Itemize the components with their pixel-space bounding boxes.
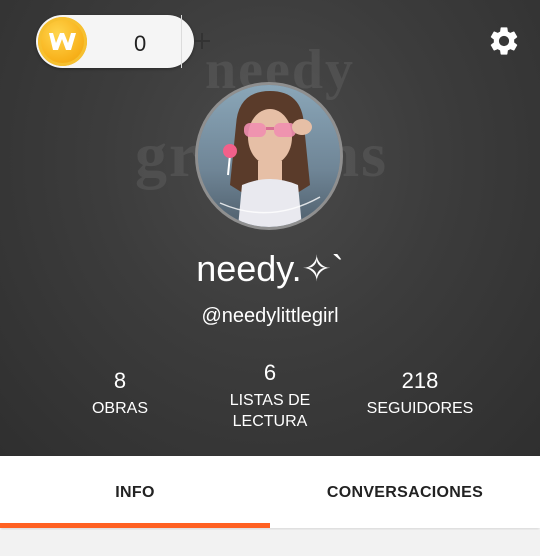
display-name: needy.✧` — [196, 248, 344, 289]
stat-works-label: OBRAS — [91, 400, 148, 417]
stat-reading-lists-label-line2: LECTURA — [232, 413, 308, 430]
username: @needylittlegirl — [201, 305, 339, 327]
profile-header: needy gremlins 0 — [0, 0, 540, 456]
tab-conversations[interactable]: CONVERSACIONES — [270, 456, 540, 528]
wattpad-coin-icon — [38, 17, 87, 66]
stat-reading-lists-value: 6 — [263, 360, 277, 385]
coin-balance-widget[interactable]: 0 — [36, 15, 210, 68]
plus-icon[interactable] — [182, 15, 222, 68]
profile-tabs: INFO CONVERSACIONES — [0, 456, 540, 528]
stat-reading-lists[interactable]: 6 LISTAS DE LECTURA — [190, 360, 350, 432]
avatar[interactable] — [195, 82, 343, 230]
content-area — [0, 530, 540, 556]
stat-reading-lists-label-line1: LISTAS DE — [229, 392, 311, 409]
stat-followers[interactable]: 218 SEGUIDORES — [340, 368, 500, 419]
stat-works[interactable]: 8 OBRAS — [40, 368, 200, 419]
tab-conversations-label: CONVERSACIONES — [326, 484, 484, 501]
coin-count: 0 — [134, 31, 147, 56]
active-tab-indicator — [0, 523, 270, 528]
stat-works-value: 8 — [113, 368, 127, 393]
tab-info-label: INFO — [115, 484, 155, 501]
stat-followers-label: SEGUIDORES — [366, 400, 474, 417]
tab-info[interactable]: INFO — [0, 456, 270, 528]
stat-followers-value: 218 — [401, 368, 439, 393]
gear-icon[interactable] — [487, 24, 521, 58]
